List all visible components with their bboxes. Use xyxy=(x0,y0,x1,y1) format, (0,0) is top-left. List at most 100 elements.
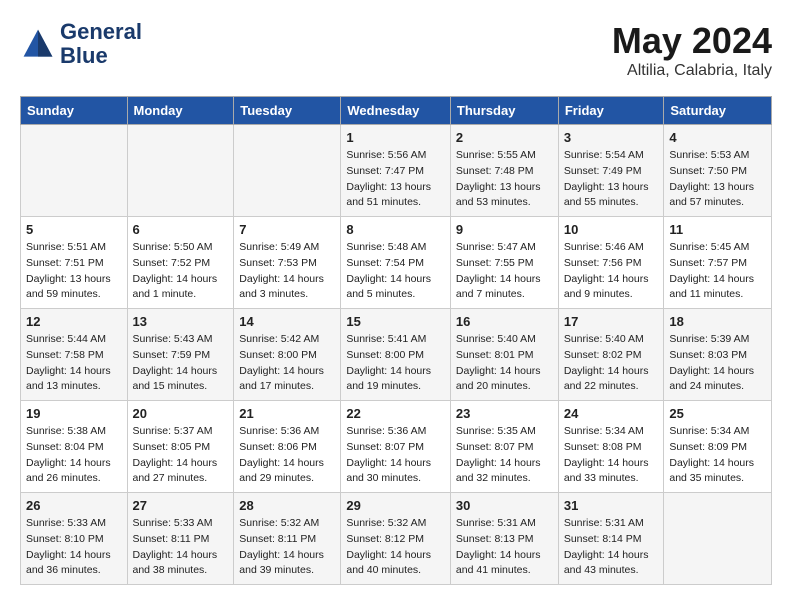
calendar-day-cell: 24 Sunrise: 5:34 AM Sunset: 8:08 PM Dayli… xyxy=(558,401,664,493)
day-info: Sunrise: 5:55 AM Sunset: 7:48 PM Dayligh… xyxy=(456,148,553,211)
calendar-day-cell xyxy=(21,125,128,217)
day-number: 19 xyxy=(26,406,122,421)
weekday-header: Wednesday xyxy=(341,97,451,125)
calendar-day-cell: 2 Sunrise: 5:55 AM Sunset: 7:48 PM Daylig… xyxy=(450,125,558,217)
day-number: 26 xyxy=(26,498,122,513)
calendar-day-cell: 23 Sunrise: 5:35 AM Sunset: 8:07 PM Dayli… xyxy=(450,401,558,493)
calendar-header: SundayMondayTuesdayWednesdayThursdayFrid… xyxy=(21,97,772,125)
day-info: Sunrise: 5:51 AM Sunset: 7:51 PM Dayligh… xyxy=(26,240,122,303)
weekday-header: Thursday xyxy=(450,97,558,125)
logo-line2: Blue xyxy=(60,44,142,68)
calendar-day-cell: 27 Sunrise: 5:33 AM Sunset: 8:11 PM Dayli… xyxy=(127,493,234,585)
calendar-day-cell: 1Sunrise: 5:56 AM Sunset: 7:47 PM Daylig… xyxy=(341,125,451,217)
calendar-day-cell: 26 Sunrise: 5:33 AM Sunset: 8:10 PM Dayli… xyxy=(21,493,128,585)
day-info: Sunrise: 5:34 AM Sunset: 8:09 PM Dayligh… xyxy=(669,424,766,487)
day-number: 20 xyxy=(133,406,229,421)
day-info: Sunrise: 5:36 AM Sunset: 8:07 PM Dayligh… xyxy=(346,424,445,487)
day-number: 27 xyxy=(133,498,229,513)
calendar-day-cell: 17 Sunrise: 5:40 AM Sunset: 8:02 PM Dayli… xyxy=(558,309,664,401)
calendar-day-cell: 13 Sunrise: 5:43 AM Sunset: 7:59 PM Dayli… xyxy=(127,309,234,401)
month-title: May 2024 xyxy=(612,20,772,62)
day-info: Sunrise: 5:37 AM Sunset: 8:05 PM Dayligh… xyxy=(133,424,229,487)
location-title: Altilia, Calabria, Italy xyxy=(612,62,772,80)
day-number: 2 xyxy=(456,130,553,145)
day-number: 6 xyxy=(133,222,229,237)
day-info: Sunrise: 5:45 AM Sunset: 7:57 PM Dayligh… xyxy=(669,240,766,303)
day-info: Sunrise: 5:31 AM Sunset: 8:14 PM Dayligh… xyxy=(564,516,659,579)
calendar-day-cell: 11 Sunrise: 5:45 AM Sunset: 7:57 PM Dayli… xyxy=(664,217,772,309)
calendar-day-cell: 6 Sunrise: 5:50 AM Sunset: 7:52 PM Daylig… xyxy=(127,217,234,309)
day-number: 11 xyxy=(669,222,766,237)
calendar-week-row: 26 Sunrise: 5:33 AM Sunset: 8:10 PM Dayli… xyxy=(21,493,772,585)
day-info: Sunrise: 5:42 AM Sunset: 8:00 PM Dayligh… xyxy=(239,332,335,395)
calendar-table: SundayMondayTuesdayWednesdayThursdayFrid… xyxy=(20,96,772,585)
day-info: Sunrise: 5:48 AM Sunset: 7:54 PM Dayligh… xyxy=(346,240,445,303)
day-info: Sunrise: 5:47 AM Sunset: 7:55 PM Dayligh… xyxy=(456,240,553,303)
calendar-day-cell: 31Sunrise: 5:31 AM Sunset: 8:14 PM Dayli… xyxy=(558,493,664,585)
calendar-day-cell xyxy=(664,493,772,585)
calendar-week-row: 5Sunrise: 5:51 AM Sunset: 7:51 PM Daylig… xyxy=(21,217,772,309)
day-info: Sunrise: 5:46 AM Sunset: 7:56 PM Dayligh… xyxy=(564,240,659,303)
calendar-day-cell: 20 Sunrise: 5:37 AM Sunset: 8:05 PM Dayli… xyxy=(127,401,234,493)
day-number: 21 xyxy=(239,406,335,421)
day-info: Sunrise: 5:32 AM Sunset: 8:12 PM Dayligh… xyxy=(346,516,445,579)
weekday-header: Friday xyxy=(558,97,664,125)
calendar-week-row: 19 Sunrise: 5:38 AM Sunset: 8:04 PM Dayli… xyxy=(21,401,772,493)
calendar-day-cell: 22 Sunrise: 5:36 AM Sunset: 8:07 PM Dayli… xyxy=(341,401,451,493)
day-info: Sunrise: 5:38 AM Sunset: 8:04 PM Dayligh… xyxy=(26,424,122,487)
logo-text: General Blue xyxy=(60,20,142,68)
calendar-day-cell: 5Sunrise: 5:51 AM Sunset: 7:51 PM Daylig… xyxy=(21,217,128,309)
day-number: 24 xyxy=(564,406,659,421)
day-number: 15 xyxy=(346,314,445,329)
weekday-row: SundayMondayTuesdayWednesdayThursdayFrid… xyxy=(21,97,772,125)
weekday-header: Saturday xyxy=(664,97,772,125)
day-info: Sunrise: 5:35 AM Sunset: 8:07 PM Dayligh… xyxy=(456,424,553,487)
calendar-day-cell xyxy=(127,125,234,217)
day-info: Sunrise: 5:53 AM Sunset: 7:50 PM Dayligh… xyxy=(669,148,766,211)
day-info: Sunrise: 5:40 AM Sunset: 8:02 PM Dayligh… xyxy=(564,332,659,395)
calendar-week-row: 12Sunrise: 5:44 AM Sunset: 7:58 PM Dayli… xyxy=(21,309,772,401)
day-info: Sunrise: 5:33 AM Sunset: 8:11 PM Dayligh… xyxy=(133,516,229,579)
calendar-week-row: 1Sunrise: 5:56 AM Sunset: 7:47 PM Daylig… xyxy=(21,125,772,217)
logo: General Blue xyxy=(20,20,142,68)
day-number: 4 xyxy=(669,130,766,145)
day-info: Sunrise: 5:36 AM Sunset: 8:06 PM Dayligh… xyxy=(239,424,335,487)
weekday-header: Tuesday xyxy=(234,97,341,125)
day-number: 29 xyxy=(346,498,445,513)
logo-icon xyxy=(20,26,56,62)
day-number: 3 xyxy=(564,130,659,145)
day-info: Sunrise: 5:44 AM Sunset: 7:58 PM Dayligh… xyxy=(26,332,122,395)
day-info: Sunrise: 5:56 AM Sunset: 7:47 PM Dayligh… xyxy=(346,148,445,211)
day-number: 8 xyxy=(346,222,445,237)
day-info: Sunrise: 5:34 AM Sunset: 8:08 PM Dayligh… xyxy=(564,424,659,487)
calendar-day-cell: 12Sunrise: 5:44 AM Sunset: 7:58 PM Dayli… xyxy=(21,309,128,401)
day-number: 17 xyxy=(564,314,659,329)
day-number: 10 xyxy=(564,222,659,237)
day-info: Sunrise: 5:33 AM Sunset: 8:10 PM Dayligh… xyxy=(26,516,122,579)
day-number: 23 xyxy=(456,406,553,421)
day-number: 22 xyxy=(346,406,445,421)
calendar-day-cell: 4 Sunrise: 5:53 AM Sunset: 7:50 PM Daylig… xyxy=(664,125,772,217)
day-info: Sunrise: 5:49 AM Sunset: 7:53 PM Dayligh… xyxy=(239,240,335,303)
day-info: Sunrise: 5:32 AM Sunset: 8:11 PM Dayligh… xyxy=(239,516,335,579)
day-number: 7 xyxy=(239,222,335,237)
calendar-day-cell: 9 Sunrise: 5:47 AM Sunset: 7:55 PM Daylig… xyxy=(450,217,558,309)
day-number: 13 xyxy=(133,314,229,329)
calendar-day-cell: 3 Sunrise: 5:54 AM Sunset: 7:49 PM Daylig… xyxy=(558,125,664,217)
day-number: 14 xyxy=(239,314,335,329)
day-info: Sunrise: 5:50 AM Sunset: 7:52 PM Dayligh… xyxy=(133,240,229,303)
day-info: Sunrise: 5:54 AM Sunset: 7:49 PM Dayligh… xyxy=(564,148,659,211)
weekday-header: Monday xyxy=(127,97,234,125)
calendar-day-cell: 14 Sunrise: 5:42 AM Sunset: 8:00 PM Dayli… xyxy=(234,309,341,401)
calendar-day-cell: 19 Sunrise: 5:38 AM Sunset: 8:04 PM Dayli… xyxy=(21,401,128,493)
day-info: Sunrise: 5:43 AM Sunset: 7:59 PM Dayligh… xyxy=(133,332,229,395)
calendar-day-cell: 16Sunrise: 5:40 AM Sunset: 8:01 PM Dayli… xyxy=(450,309,558,401)
calendar-day-cell: 25 Sunrise: 5:34 AM Sunset: 8:09 PM Dayli… xyxy=(664,401,772,493)
calendar-day-cell: 29 Sunrise: 5:32 AM Sunset: 8:12 PM Dayli… xyxy=(341,493,451,585)
day-number: 25 xyxy=(669,406,766,421)
day-number: 9 xyxy=(456,222,553,237)
weekday-header: Sunday xyxy=(21,97,128,125)
day-info: Sunrise: 5:41 AM Sunset: 8:00 PM Dayligh… xyxy=(346,332,445,395)
day-info: Sunrise: 5:31 AM Sunset: 8:13 PM Dayligh… xyxy=(456,516,553,579)
calendar-body: 1Sunrise: 5:56 AM Sunset: 7:47 PM Daylig… xyxy=(21,125,772,585)
